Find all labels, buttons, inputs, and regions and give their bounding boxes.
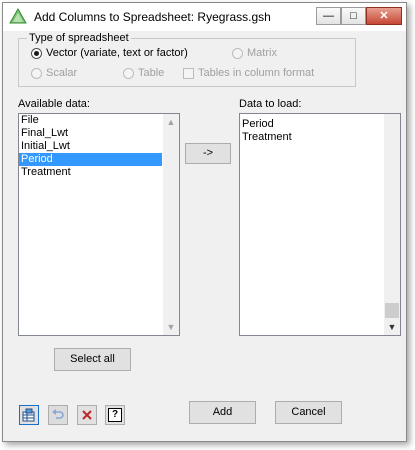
undo-icon [52,409,64,419]
list-item[interactable]: Treatment [19,166,179,179]
minimize-icon: — [323,10,334,22]
title-bar[interactable]: Add Columns to Spreadsheet: Ryegrass.gsh… [3,3,406,31]
select-all-button-label: Select all [70,353,115,365]
spreadsheet-icon [22,408,35,422]
radio-circle [123,67,134,79]
add-button[interactable]: Add [189,401,256,424]
minimize-button[interactable]: — [316,7,341,25]
genstat-logo-icon [9,8,27,24]
scroll-down-icon[interactable]: ▼ [384,319,400,335]
add-button-label: Add [212,406,233,418]
data-to-load-scrollbar[interactable]: ▼ [384,114,400,335]
data-to-load-list[interactable]: Period Treatment ▼ [239,113,401,336]
available-data-list[interactable]: File Final_Lwt Initial_Lwt Period Treatm… [18,113,180,336]
list-item-selected[interactable]: Period [19,153,162,166]
spreadsheet-button[interactable] [19,405,39,425]
transfer-button-label: -> [202,147,214,159]
tables-in-column-format-checkbox[interactable]: Tables in column format [183,67,314,79]
select-all-button[interactable]: Select all [54,348,131,371]
list-item[interactable]: Period [240,118,400,131]
spreadsheet-type-group [18,38,356,87]
radio-vector[interactable]: Vector (variate, text or factor) [31,47,188,59]
dialog-window: Add Columns to Spreadsheet: Ryegrass.gsh… [2,2,407,442]
close-icon: ✕ [379,10,389,22]
spreadsheet-type-legend: Type of spreadsheet [27,32,131,44]
radio-circle [31,67,42,79]
list-item[interactable]: Treatment [240,131,400,144]
radio-circle-checked [31,47,42,59]
list-item[interactable]: File [19,114,179,127]
help-icon: ? [108,408,122,422]
maximize-button[interactable]: □ [341,7,366,25]
scroll-down-icon[interactable]: ▼ [163,319,179,335]
radio-scalar-label: Scalar [46,67,78,79]
tables-in-column-format-label: Tables in column format [198,67,315,79]
radio-table-label: Table [138,67,165,79]
data-to-load-label: Data to load: [239,98,302,110]
scroll-thumb[interactable] [385,303,399,318]
undo-button[interactable] [48,405,68,425]
radio-circle [232,47,243,59]
list-item[interactable]: Initial_Lwt [19,140,179,153]
transfer-button[interactable]: -> [185,143,231,164]
available-data-label: Available data: [18,98,90,110]
maximize-icon: □ [350,10,357,22]
close-button[interactable]: ✕ [366,7,402,25]
cancel-button[interactable]: Cancel [275,401,342,424]
radio-matrix-label: Matrix [247,47,277,59]
scroll-up-icon[interactable]: ▲ [163,114,179,130]
window-title: Add Columns to Spreadsheet: Ryegrass.gsh [34,10,271,24]
checkbox-box [183,67,194,79]
list-item[interactable]: Final_Lwt [19,127,179,140]
radio-vector-label: Vector (variate, text or factor) [46,47,188,59]
help-button[interactable]: ? [105,405,125,425]
radio-table[interactable]: Table [123,67,164,79]
cancel-button-label: Cancel [291,406,326,418]
radio-scalar[interactable]: Scalar [31,67,77,79]
clear-x-icon [82,410,92,420]
clear-button[interactable] [77,405,97,425]
radio-matrix[interactable]: Matrix [232,47,277,59]
available-data-scrollbar[interactable]: ▲ ▼ [163,114,179,335]
